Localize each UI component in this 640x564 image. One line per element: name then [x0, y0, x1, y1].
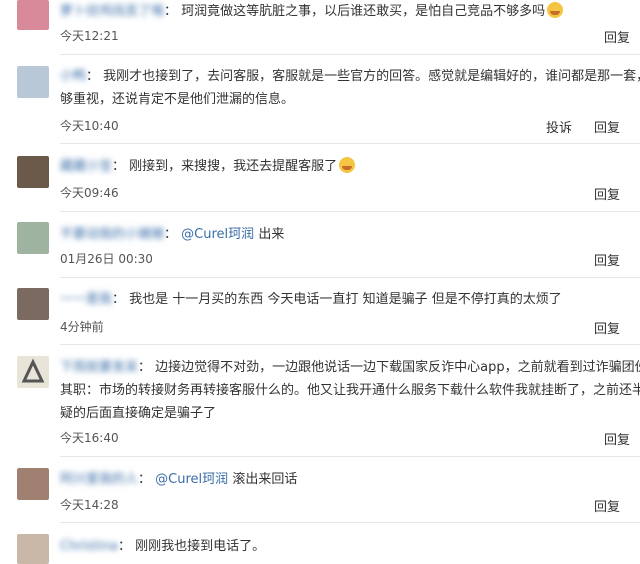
colon: ： — [86, 69, 100, 84]
comment-text: 刚接到，来搜搜，我还去提醒客服了 — [129, 159, 338, 174]
reply-button[interactable]: 回复 — [604, 429, 630, 448]
divider — [60, 522, 640, 523]
timestamp: 4分钟前 — [60, 320, 104, 334]
colon: ： — [112, 159, 126, 174]
divider — [60, 456, 640, 457]
comment-text: 我也是 十一月买的东西 今天电话一直打 知道是骗子 但是不停打真的太烦了 — [129, 292, 562, 307]
comment-text: 我刚才也接到了，去问客服，客服就是一些官方的回答。感觉就是编辑好的，谁问都是那一… — [103, 69, 640, 84]
avatar-logo-icon — [21, 358, 45, 383]
username[interactable]: 不要动我的小猪猪 — [60, 227, 164, 242]
reply-button[interactable]: 回复 — [594, 250, 620, 269]
comment-text: 珂润竟做这等肮脏之事，以后谁还敢买，是怕自己竞品不够多吗 — [181, 4, 546, 19]
divider — [60, 143, 640, 144]
timestamp: 今天16:40 — [60, 431, 119, 445]
mention-link[interactable]: @Curel珂润 — [181, 227, 254, 242]
avatar[interactable] — [17, 222, 49, 254]
username[interactable]: 萝卜纹鸡找丢了咯 — [60, 4, 164, 19]
reply-button[interactable]: 回复 — [594, 496, 620, 515]
comment-text: 滚出来回话 — [232, 472, 298, 487]
colon: ： — [138, 472, 152, 487]
emoji-icon — [547, 2, 564, 18]
timestamp: 今天14:28 — [60, 498, 119, 512]
avatar[interactable] — [17, 288, 49, 320]
divider — [60, 54, 640, 55]
colon: ： — [138, 360, 152, 375]
avatar[interactable] — [17, 468, 49, 500]
avatar[interactable] — [17, 156, 49, 188]
colon: ： — [164, 227, 178, 242]
username[interactable]: 一一是我 — [60, 292, 112, 307]
comment-text-continued: 其职：市场的转接财务再转接客服什么的。他又让我开通什么服务下载什么软件我就挂断了… — [60, 383, 640, 398]
avatar[interactable] — [17, 0, 49, 30]
divider — [60, 211, 640, 212]
comment-text-continued: 够重视，还说肯定不是他们泄漏的信息。 — [60, 92, 295, 107]
username[interactable]: 藏藏小宝 — [60, 159, 112, 174]
comment-text: 出来 — [258, 227, 285, 242]
comment-text: 边接边觉得不对劲，一边跟他说话一边下载国家反诈中心app，之前就看到过诈骗团伙 — [155, 360, 640, 375]
divider — [60, 277, 640, 278]
timestamp: 今天09:46 — [60, 186, 119, 200]
timestamp: 今天10:40 — [60, 119, 119, 133]
comment-text: 刚刚我也接到电话了。 — [135, 539, 266, 554]
divider — [60, 344, 640, 345]
mention-link[interactable]: @Curel珂润 — [155, 472, 228, 487]
reply-button[interactable]: 回复 — [594, 184, 620, 203]
reply-button[interactable]: 回复 — [604, 27, 630, 46]
reply-button[interactable]: 回复 — [594, 318, 620, 337]
report-button[interactable]: 投诉 — [546, 117, 572, 136]
username[interactable]: 阿兴爱我的人 — [60, 472, 138, 487]
comment-text-continued: 疑的后面直接确定是骗子了 — [60, 406, 217, 421]
username[interactable]: 小鸭 — [60, 69, 86, 84]
timestamp: 01月26日 00:30 — [60, 252, 153, 266]
avatar[interactable] — [17, 66, 49, 98]
avatar[interactable] — [17, 356, 49, 388]
emoji-icon — [339, 157, 356, 173]
reply-button[interactable]: 回复 — [594, 117, 620, 136]
colon: ： — [117, 539, 131, 554]
colon: ： — [164, 4, 178, 19]
username[interactable]: 下雨就要发呆 — [60, 360, 138, 375]
avatar[interactable] — [17, 534, 49, 564]
username[interactable]: Christina — [60, 539, 118, 554]
timestamp: 今天12:21 — [60, 29, 119, 43]
colon: ： — [112, 292, 126, 307]
